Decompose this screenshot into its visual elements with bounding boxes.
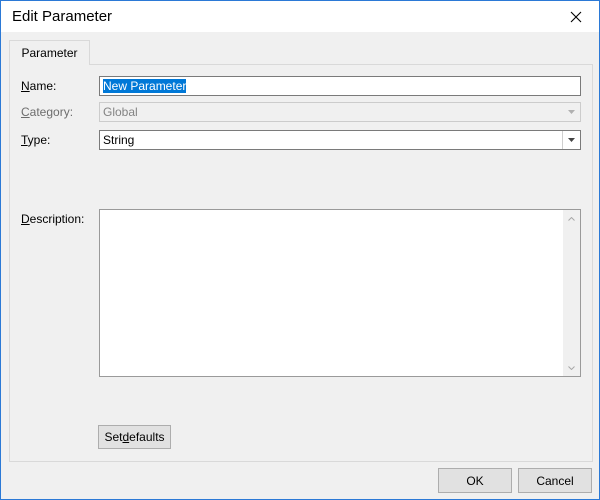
chevron-down-icon — [563, 103, 580, 121]
description-label: Description: — [21, 212, 85, 226]
category-select[interactable]: Global — [99, 102, 581, 122]
type-label: Type: — [21, 133, 51, 147]
description-scrollbar[interactable] — [563, 210, 580, 376]
title-bar: Edit Parameter — [1, 1, 599, 32]
close-icon — [570, 11, 582, 22]
close-button[interactable] — [553, 1, 599, 32]
type-select-value: String — [103, 133, 135, 147]
name-input-value: New Parameter — [103, 79, 187, 93]
type-select[interactable]: String — [99, 130, 581, 150]
tab-parameter[interactable]: Parameter — [9, 40, 90, 65]
name-input[interactable]: New Parameter — [99, 76, 581, 96]
name-label: Name: — [21, 79, 57, 93]
scroll-down-icon[interactable] — [563, 359, 580, 376]
description-textarea[interactable] — [99, 209, 581, 377]
cancel-button[interactable]: Cancel — [518, 468, 592, 493]
chevron-down-icon[interactable] — [562, 131, 580, 149]
scroll-up-icon[interactable] — [563, 210, 580, 227]
ok-button[interactable]: OK — [438, 468, 512, 493]
category-label: Category: — [21, 105, 74, 119]
category-select-value: Global — [103, 105, 138, 119]
set-defaults-button[interactable]: Set d efaults — [98, 425, 171, 449]
window-title: Edit Parameter — [12, 8, 113, 25]
tab-parameter-label: Parameter — [21, 46, 78, 60]
edit-parameter-dialog: Edit Parameter Parameter Name: New Param… — [0, 0, 600, 500]
